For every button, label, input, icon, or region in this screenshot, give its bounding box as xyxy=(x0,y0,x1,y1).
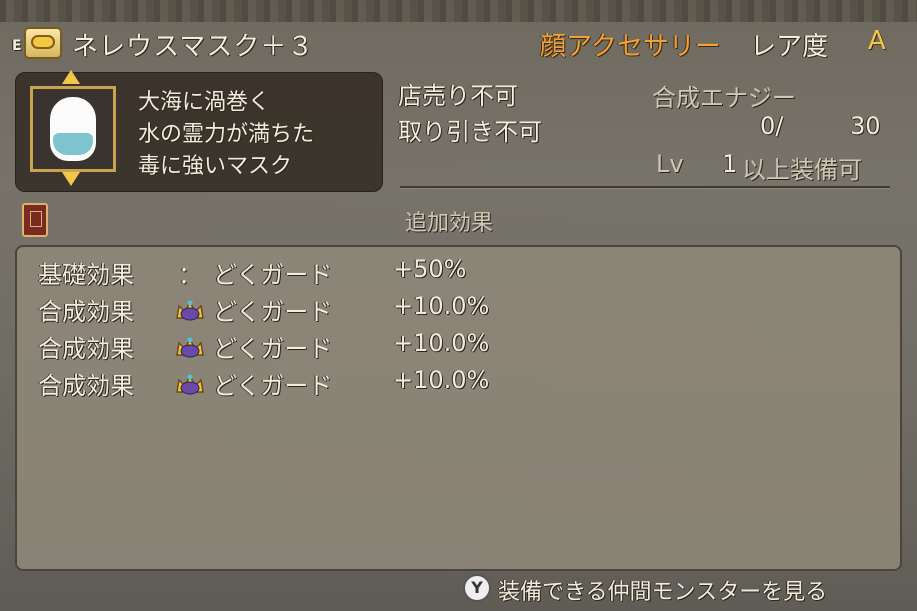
crown-icon xyxy=(176,374,204,395)
effect-name: どくガード xyxy=(213,261,333,289)
description-line-2: 水の霊力が満ちた xyxy=(138,122,315,147)
synthesis-energy-current: 0/ xyxy=(760,112,784,140)
effect-name: どくガード xyxy=(213,335,333,363)
top-fringe-decoration xyxy=(0,0,917,22)
scroll-up-arrow-icon[interactable] xyxy=(62,70,80,84)
description-line-3: 毒に強いマスク xyxy=(138,154,293,179)
synthesis-energy-max: 30 xyxy=(850,112,881,140)
crown-icon xyxy=(176,337,204,358)
shop-sell-status: 店売り不可 xyxy=(398,82,518,110)
view-monster-companions-link[interactable]: 装備できる仲間モンスターを見る xyxy=(498,574,827,606)
synthesis-energy-label: 合成エナジー xyxy=(652,84,796,112)
effect-value: +10.0% xyxy=(393,329,490,357)
scroll-down-arrow-icon[interactable] xyxy=(62,172,80,186)
effect-value: +50% xyxy=(393,255,467,283)
effect-name: どくガード xyxy=(213,372,333,400)
accessory-face-icon xyxy=(24,27,62,59)
effect-type-label: 合成効果 xyxy=(38,298,134,326)
effect-value: +10.0% xyxy=(393,366,490,394)
trade-status: 取り引き不可 xyxy=(398,118,542,146)
effect-name: どくガード xyxy=(213,298,333,326)
effect-value: +10.0% xyxy=(393,292,490,320)
effects-section-title: 追加効果 xyxy=(405,211,494,236)
rarity-value: A xyxy=(868,26,886,56)
description-line-1: 大海に渦巻く xyxy=(138,90,271,115)
book-icon[interactable] xyxy=(22,203,48,237)
item-portrait xyxy=(30,86,116,172)
level-label: Lv xyxy=(656,150,684,178)
rarity-label: レア度 xyxy=(750,32,829,62)
effect-type-label: 合成効果 xyxy=(38,335,134,363)
level-requirement-suffix: 以上装備可 xyxy=(742,156,862,184)
item-category: 顔アクセサリー xyxy=(540,32,721,62)
crown-icon xyxy=(176,300,204,321)
effect-colon: ： xyxy=(178,261,202,289)
y-button-icon[interactable]: Y xyxy=(463,574,491,602)
mask-image xyxy=(53,133,93,155)
level-value: 1 xyxy=(722,150,738,178)
effect-type-label: 合成効果 xyxy=(38,372,134,400)
divider xyxy=(400,186,890,188)
item-name: ネレウスマスク＋３ xyxy=(72,32,315,62)
equipped-mark: E xyxy=(12,38,22,54)
effect-type-label: 基礎効果 xyxy=(38,261,134,289)
